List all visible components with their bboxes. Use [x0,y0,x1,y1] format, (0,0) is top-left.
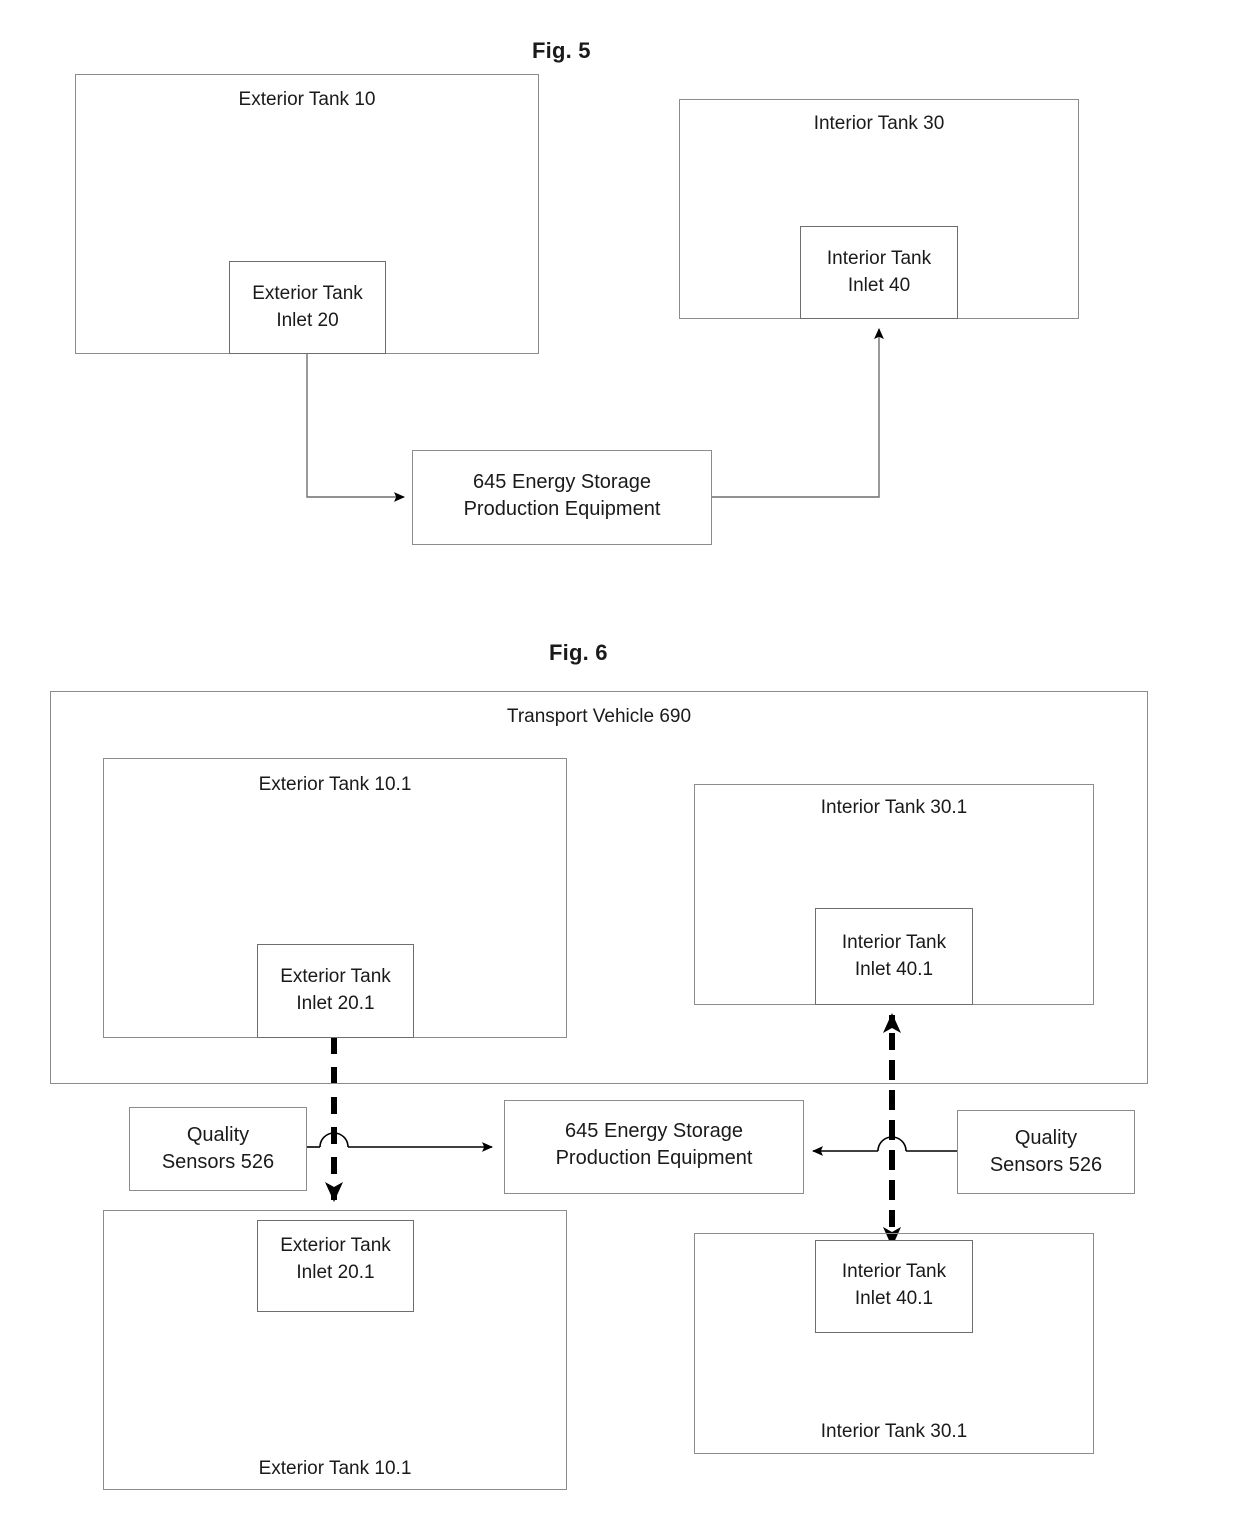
fig6-equipment-label: 645 Energy Storage Production Equipment [555,1120,753,1169]
fig6-quality-sensors-right-label: Quality Sensors 526 [989,1127,1103,1176]
fig6-quality-sensors-left-label: Quality Sensors 526 [161,1124,275,1173]
fig5-interior-tank-inlet-label: Interior Tank Inlet 40 [826,248,932,296]
patent-figure-sheet: Fig. 5 Exterior Tank 10 Exterior Tank In… [0,0,1240,1540]
fig5-path-equipment-to-interior [712,328,884,498]
fig6-exterior-tank-inlet-bottom-label: Exterior Tank Inlet 20.1 [280,1235,391,1283]
fig6-interior-tank-inlet-top-label: Interior Tank Inlet 40.1 [841,932,947,980]
fig6-line-left-sensors-to-equipment [307,1132,493,1152]
fig5-path-exterior-to-equipment [306,354,405,502]
fig5-title: Fig. 5 [532,38,591,63]
fig5-exterior-tank-label: Exterior Tank 10 [238,89,376,110]
fig6-exterior-tank-top-label: Exterior Tank 10.1 [258,774,412,795]
fig6-interior-tank-inlet-bottom-label: Interior Tank Inlet 40.1 [841,1261,947,1309]
fig6-interior-tank-bottom-label: Interior Tank 30.1 [820,1421,968,1442]
fig6-line-right-sensors-to-equipment [812,1136,957,1156]
fig6-exterior-tank-inlet-top-label: Exterior Tank Inlet 20.1 [280,966,391,1014]
fig6-title: Fig. 6 [549,640,608,665]
fig5-interior-tank-label: Interior Tank 30 [813,113,945,134]
fig6-interior-tank-top-label: Interior Tank 30.1 [820,797,968,818]
fig6-transport-vehicle-label: Transport Vehicle 690 [506,706,692,727]
fig5-equipment-label: 645 Energy Storage Production Equipment [463,471,661,520]
fig6-exterior-tank-bottom-label: Exterior Tank 10.1 [258,1458,412,1479]
fig5-exterior-tank-inlet-label: Exterior Tank Inlet 20 [252,283,363,331]
